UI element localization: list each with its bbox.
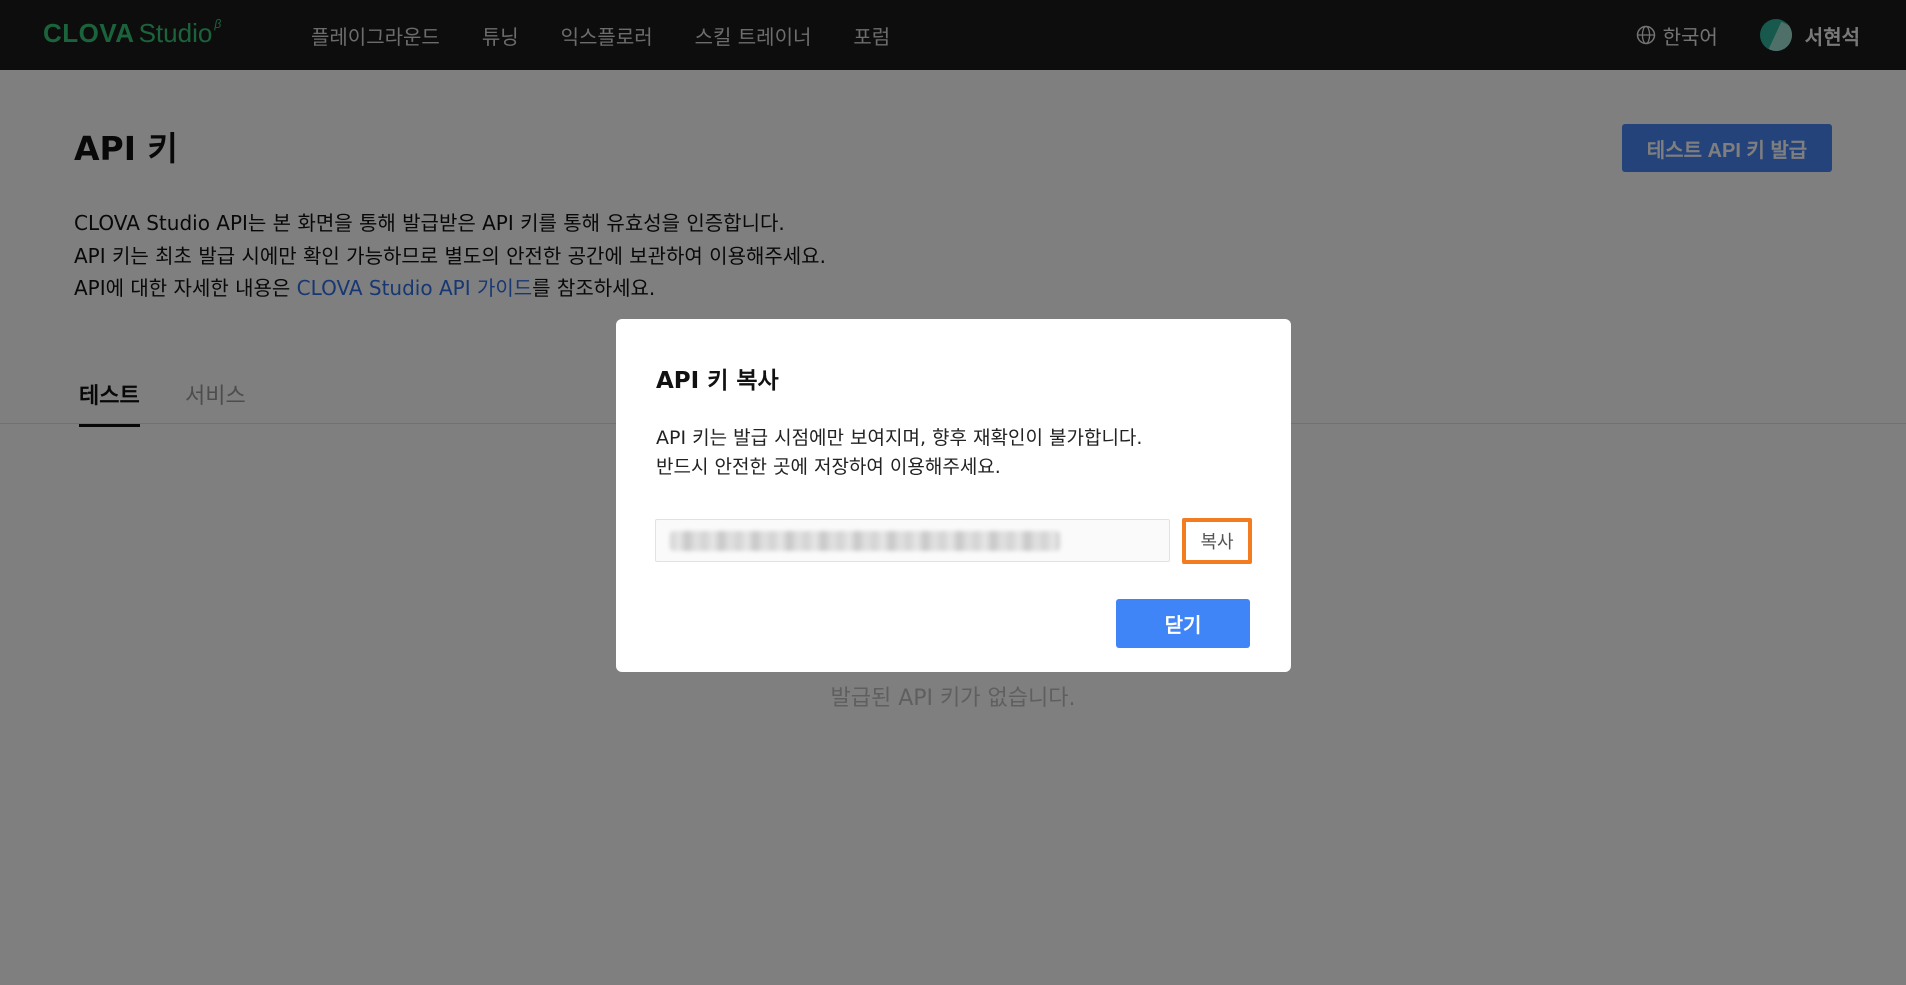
dialog-message: API 키는 발급 시점에만 보여지며, 향후 재확인이 불가합니다. 반드시 …	[656, 424, 1142, 482]
copy-button[interactable]: 복사	[1182, 518, 1252, 564]
api-key-copy-dialog: API 키 복사 API 키는 발급 시점에만 보여지며, 향후 재확인이 불가…	[616, 319, 1291, 672]
masked-api-key	[670, 531, 1060, 551]
api-key-field[interactable]	[655, 519, 1170, 562]
close-button[interactable]: 닫기	[1116, 599, 1250, 648]
dialog-message-line: API 키는 발급 시점에만 보여지며, 향후 재확인이 불가합니다.	[656, 427, 1143, 449]
dialog-title: API 키 복사	[656, 368, 779, 394]
dialog-message-line: 반드시 안전한 곳에 저장하여 이용해주세요.	[656, 456, 1001, 478]
